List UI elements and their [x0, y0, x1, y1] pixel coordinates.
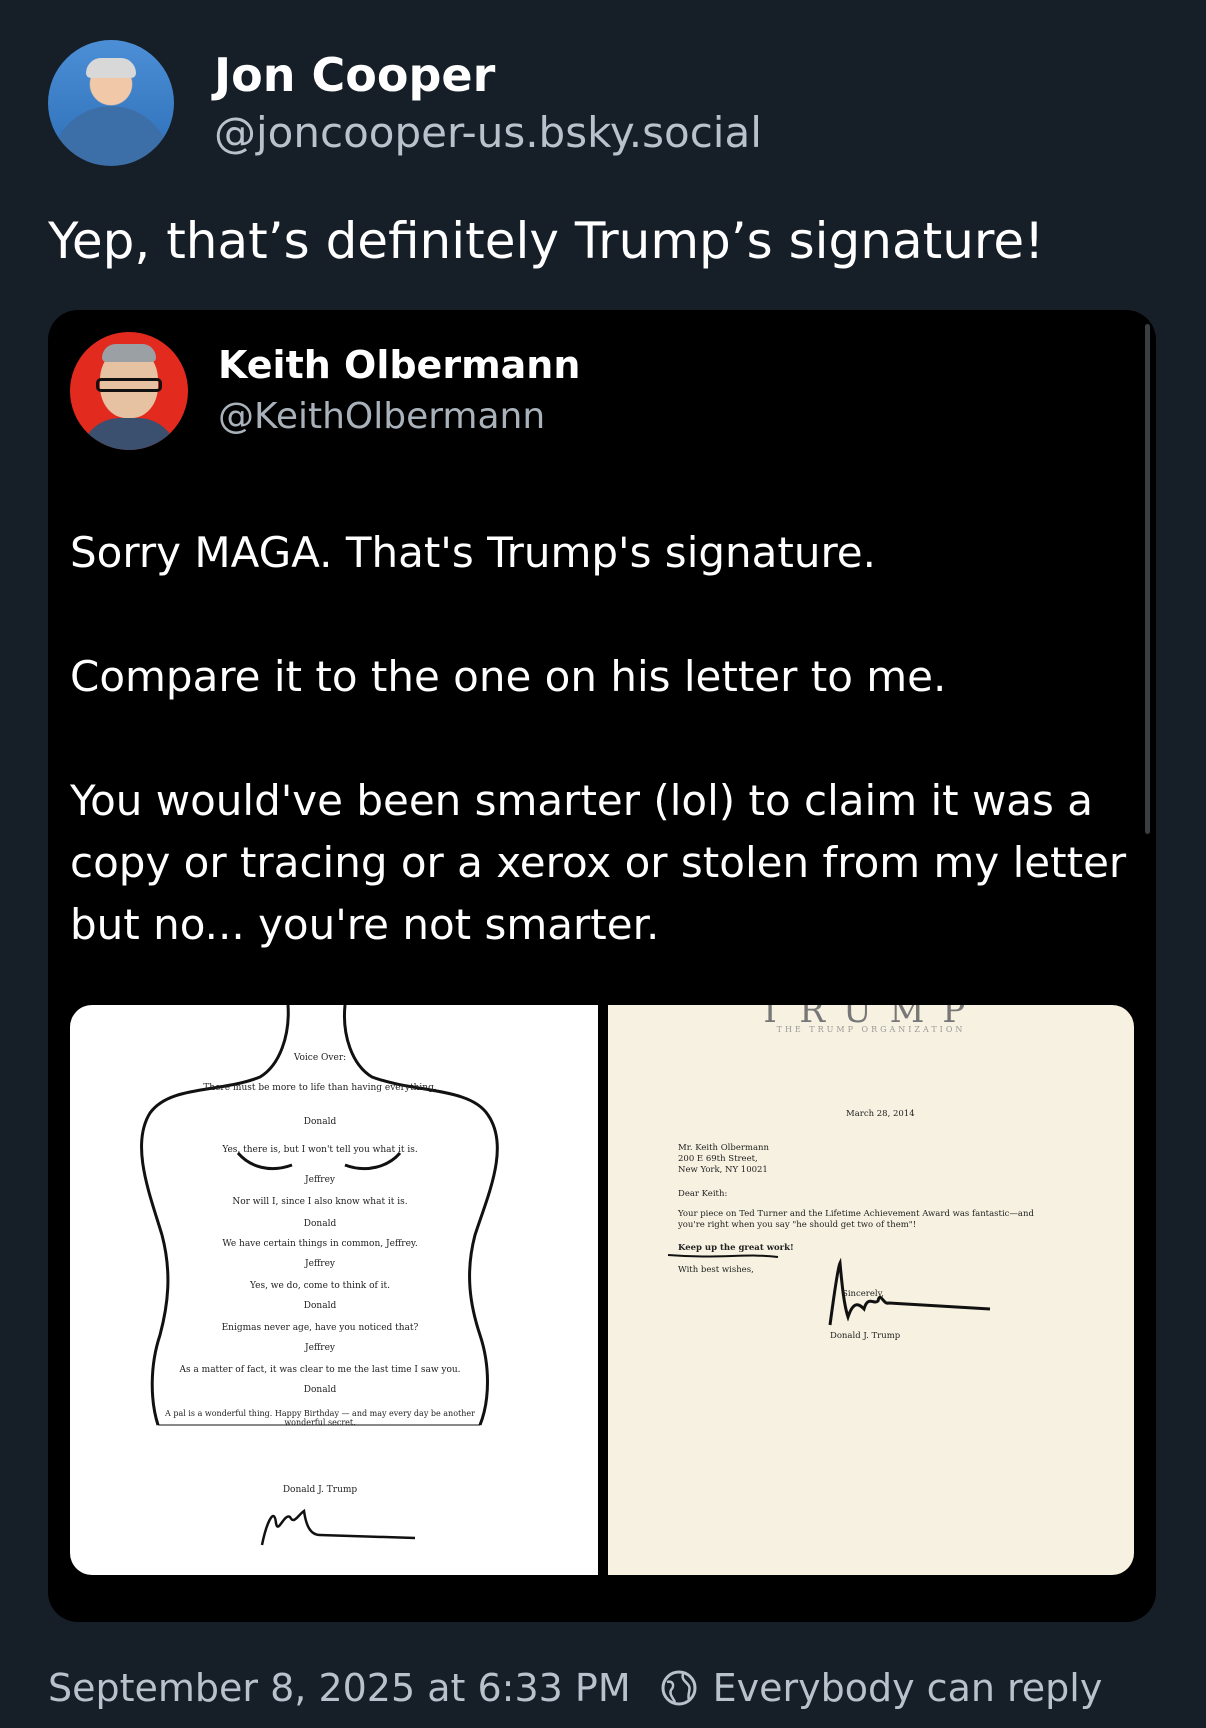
poem-line: There must be more to life than having e…	[203, 1083, 437, 1093]
post-text: Yep, that’s definitely Trump’s signature…	[48, 212, 1045, 270]
quoted-author-avatar[interactable]	[70, 332, 188, 450]
poem-line: We have certain things in common, Jeffre…	[222, 1239, 418, 1249]
image-divider	[598, 1005, 608, 1575]
quoted-post-text: Sorry MAGA. That's Trump's signature. Co…	[70, 522, 1130, 956]
poem-signature-name: Donald J. Trump	[282, 1485, 358, 1495]
reply-setting[interactable]: Everybody can reply	[713, 1666, 1103, 1710]
birthday-letter-image[interactable]: Voice Over: There must be more to life t…	[70, 1005, 598, 1575]
scrollbar[interactable]	[1145, 324, 1150, 834]
letter-signature	[667, 1254, 991, 1326]
poem-line: Donald	[303, 1219, 337, 1229]
post-timestamp[interactable]: September 8, 2025 at 6:33 PM	[48, 1666, 631, 1710]
poem-line: Yes, there is, but I won't tell you what…	[222, 1145, 418, 1155]
quoted-paragraph: Compare it to the one on his letter to m…	[70, 652, 947, 701]
quoted-paragraph: You would've been smarter (lol) to claim…	[70, 776, 1127, 949]
post-footer: September 8, 2025 at 6:33 PM Everybody c…	[48, 1666, 1102, 1710]
poem-line: A pal is a wonderful thing. Happy Birthd…	[165, 1409, 475, 1427]
quoted-author-name[interactable]: Keith Olbermann	[218, 342, 580, 388]
author-handle[interactable]: @joncooper-us.bsky.social	[214, 107, 762, 159]
poem-line: Enigmas never age, have you noticed that…	[221, 1323, 419, 1333]
poem-line: Voice Over:	[293, 1053, 347, 1063]
poem-line: Jeffrey	[304, 1343, 336, 1353]
quoted-post[interactable]: Keith Olbermann @KeithOlbermann Sorry MA…	[48, 310, 1156, 1622]
poem-line: Donald	[303, 1385, 337, 1395]
poem-line: Jeffrey	[304, 1175, 336, 1185]
poem-line: Nor will I, since I also know what it is…	[232, 1197, 408, 1207]
quoted-author-handle[interactable]: @KeithOlbermann	[218, 394, 580, 440]
poem-line: Yes, we do, come to think of it.	[249, 1281, 391, 1291]
poem-line: Jeffrey	[304, 1259, 336, 1269]
quoted-author: Keith Olbermann @KeithOlbermann	[70, 332, 580, 450]
post-author: Jon Cooper @joncooper-us.bsky.social	[48, 40, 762, 166]
poem-line: Donald	[303, 1301, 337, 1311]
globe-icon	[659, 1668, 699, 1708]
author-avatar[interactable]	[48, 40, 174, 166]
author-name[interactable]: Jon Cooper	[214, 47, 762, 103]
trump-letter-image[interactable]: TRUMP THE TRUMP ORGANIZATION March 28, 2…	[608, 1005, 1134, 1575]
poem-line: Donald	[303, 1117, 337, 1127]
quoted-paragraph: Sorry MAGA. That's Trump's signature.	[70, 528, 876, 577]
poem-line: As a matter of fact, it was clear to me …	[179, 1365, 461, 1375]
